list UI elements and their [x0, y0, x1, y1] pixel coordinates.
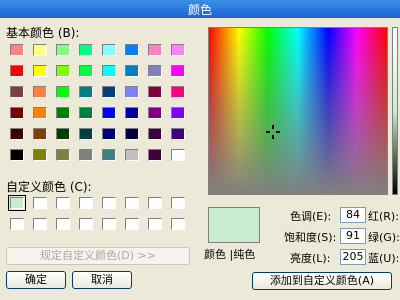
- custom-color-swatch[interactable]: [79, 218, 93, 230]
- basic-color-swatch[interactable]: [171, 65, 185, 77]
- window-title: 颜色: [187, 3, 212, 17]
- custom-color-swatch[interactable]: [148, 218, 162, 230]
- basic-color-swatch[interactable]: [148, 65, 162, 77]
- basic-color-swatch[interactable]: [79, 86, 93, 98]
- basic-color-swatch[interactable]: [79, 65, 93, 77]
- custom-color-swatch[interactable]: [10, 218, 24, 230]
- hue-label: 色调(E):: [290, 210, 332, 223]
- custom-color-swatch[interactable]: [56, 218, 70, 230]
- cancel-button[interactable]: 取消: [72, 271, 132, 289]
- basic-color-swatch[interactable]: [33, 128, 47, 140]
- define-custom-colors-button[interactable]: 规定自定义颜色(D) >>: [6, 247, 190, 265]
- basic-color-swatch[interactable]: [148, 44, 162, 56]
- basic-colors-label: 基本颜色 (B):: [6, 26, 80, 40]
- basic-color-swatch[interactable]: [125, 128, 139, 140]
- custom-color-swatch[interactable]: [79, 197, 93, 209]
- basic-color-swatch[interactable]: [79, 149, 93, 161]
- basic-color-swatch[interactable]: [56, 65, 70, 77]
- basic-color-swatch[interactable]: [79, 128, 93, 140]
- custom-color-swatch[interactable]: [171, 218, 185, 230]
- basic-color-swatch[interactable]: [171, 107, 185, 119]
- custom-color-swatch[interactable]: [102, 197, 116, 209]
- basic-color-swatch[interactable]: [10, 86, 24, 98]
- custom-color-swatch[interactable]: [33, 197, 47, 209]
- lum-field[interactable]: 205: [340, 249, 366, 265]
- basic-color-swatch[interactable]: [10, 128, 24, 140]
- basic-color-swatch[interactable]: [125, 44, 139, 56]
- basic-color-swatch[interactable]: [56, 107, 70, 119]
- basic-color-swatch[interactable]: [125, 107, 139, 119]
- hue-field[interactable]: 84: [340, 207, 366, 223]
- custom-color-swatch[interactable]: [102, 218, 116, 230]
- basic-color-swatch[interactable]: [148, 86, 162, 98]
- color-solid-label: 颜色 |纯色: [204, 248, 256, 261]
- basic-color-swatch[interactable]: [102, 107, 116, 119]
- basic-color-swatch[interactable]: [56, 86, 70, 98]
- custom-color-swatch[interactable]: [148, 197, 162, 209]
- basic-color-swatch[interactable]: [10, 107, 24, 119]
- basic-color-swatch[interactable]: [56, 44, 70, 56]
- basic-color-swatch[interactable]: [79, 107, 93, 119]
- lum-label: 亮度(L):: [290, 252, 331, 265]
- basic-color-swatch[interactable]: [171, 44, 185, 56]
- basic-color-swatch[interactable]: [33, 107, 47, 119]
- basic-color-swatch[interactable]: [148, 128, 162, 140]
- basic-color-swatch[interactable]: [102, 86, 116, 98]
- color-spectrum[interactable]: [208, 27, 388, 195]
- crosshair-icon: [266, 125, 280, 139]
- title-bar: 颜色: [0, 0, 400, 18]
- basic-color-swatch[interactable]: [148, 107, 162, 119]
- basic-color-swatch[interactable]: [79, 44, 93, 56]
- basic-color-swatch[interactable]: [56, 128, 70, 140]
- basic-color-swatch[interactable]: [33, 86, 47, 98]
- custom-color-swatch[interactable]: [56, 197, 70, 209]
- basic-color-swatch[interactable]: [33, 149, 47, 161]
- custom-color-swatch[interactable]: [125, 218, 139, 230]
- basic-color-swatch[interactable]: [171, 86, 185, 98]
- basic-color-swatch[interactable]: [33, 44, 47, 56]
- basic-color-swatch[interactable]: [10, 65, 24, 77]
- basic-color-swatch[interactable]: [171, 128, 185, 140]
- basic-color-swatch[interactable]: [102, 44, 116, 56]
- basic-color-swatch[interactable]: [171, 149, 185, 161]
- luminance-slider[interactable]: [392, 27, 398, 195]
- color-preview: [208, 207, 260, 243]
- basic-color-swatch[interactable]: [10, 44, 24, 56]
- red-label: 红(R):: [368, 210, 399, 223]
- custom-color-swatch[interactable]: [8, 195, 26, 211]
- basic-color-swatch[interactable]: [102, 65, 116, 77]
- basic-color-swatch[interactable]: [125, 65, 139, 77]
- blue-label: 蓝(U):: [368, 252, 400, 265]
- add-to-custom-colors-button[interactable]: 添加到自定义颜色(A): [252, 272, 392, 290]
- custom-color-swatch[interactable]: [125, 197, 139, 209]
- custom-color-swatch[interactable]: [33, 218, 47, 230]
- sat-field[interactable]: 91: [340, 228, 366, 244]
- basic-color-swatch[interactable]: [125, 86, 139, 98]
- basic-color-swatch[interactable]: [125, 149, 139, 161]
- basic-color-swatch[interactable]: [102, 149, 116, 161]
- green-label: 绿(G):: [368, 231, 400, 244]
- basic-color-swatch[interactable]: [102, 128, 116, 140]
- custom-colors-label: 自定义颜色 (C):: [6, 180, 92, 194]
- basic-color-swatch[interactable]: [33, 65, 47, 77]
- basic-color-swatch[interactable]: [148, 149, 162, 161]
- basic-color-swatch[interactable]: [56, 149, 70, 161]
- basic-color-swatch[interactable]: [10, 149, 24, 161]
- custom-color-swatch[interactable]: [171, 197, 185, 209]
- sat-label: 饱和度(S):: [284, 231, 337, 244]
- ok-button[interactable]: 确定: [6, 271, 66, 289]
